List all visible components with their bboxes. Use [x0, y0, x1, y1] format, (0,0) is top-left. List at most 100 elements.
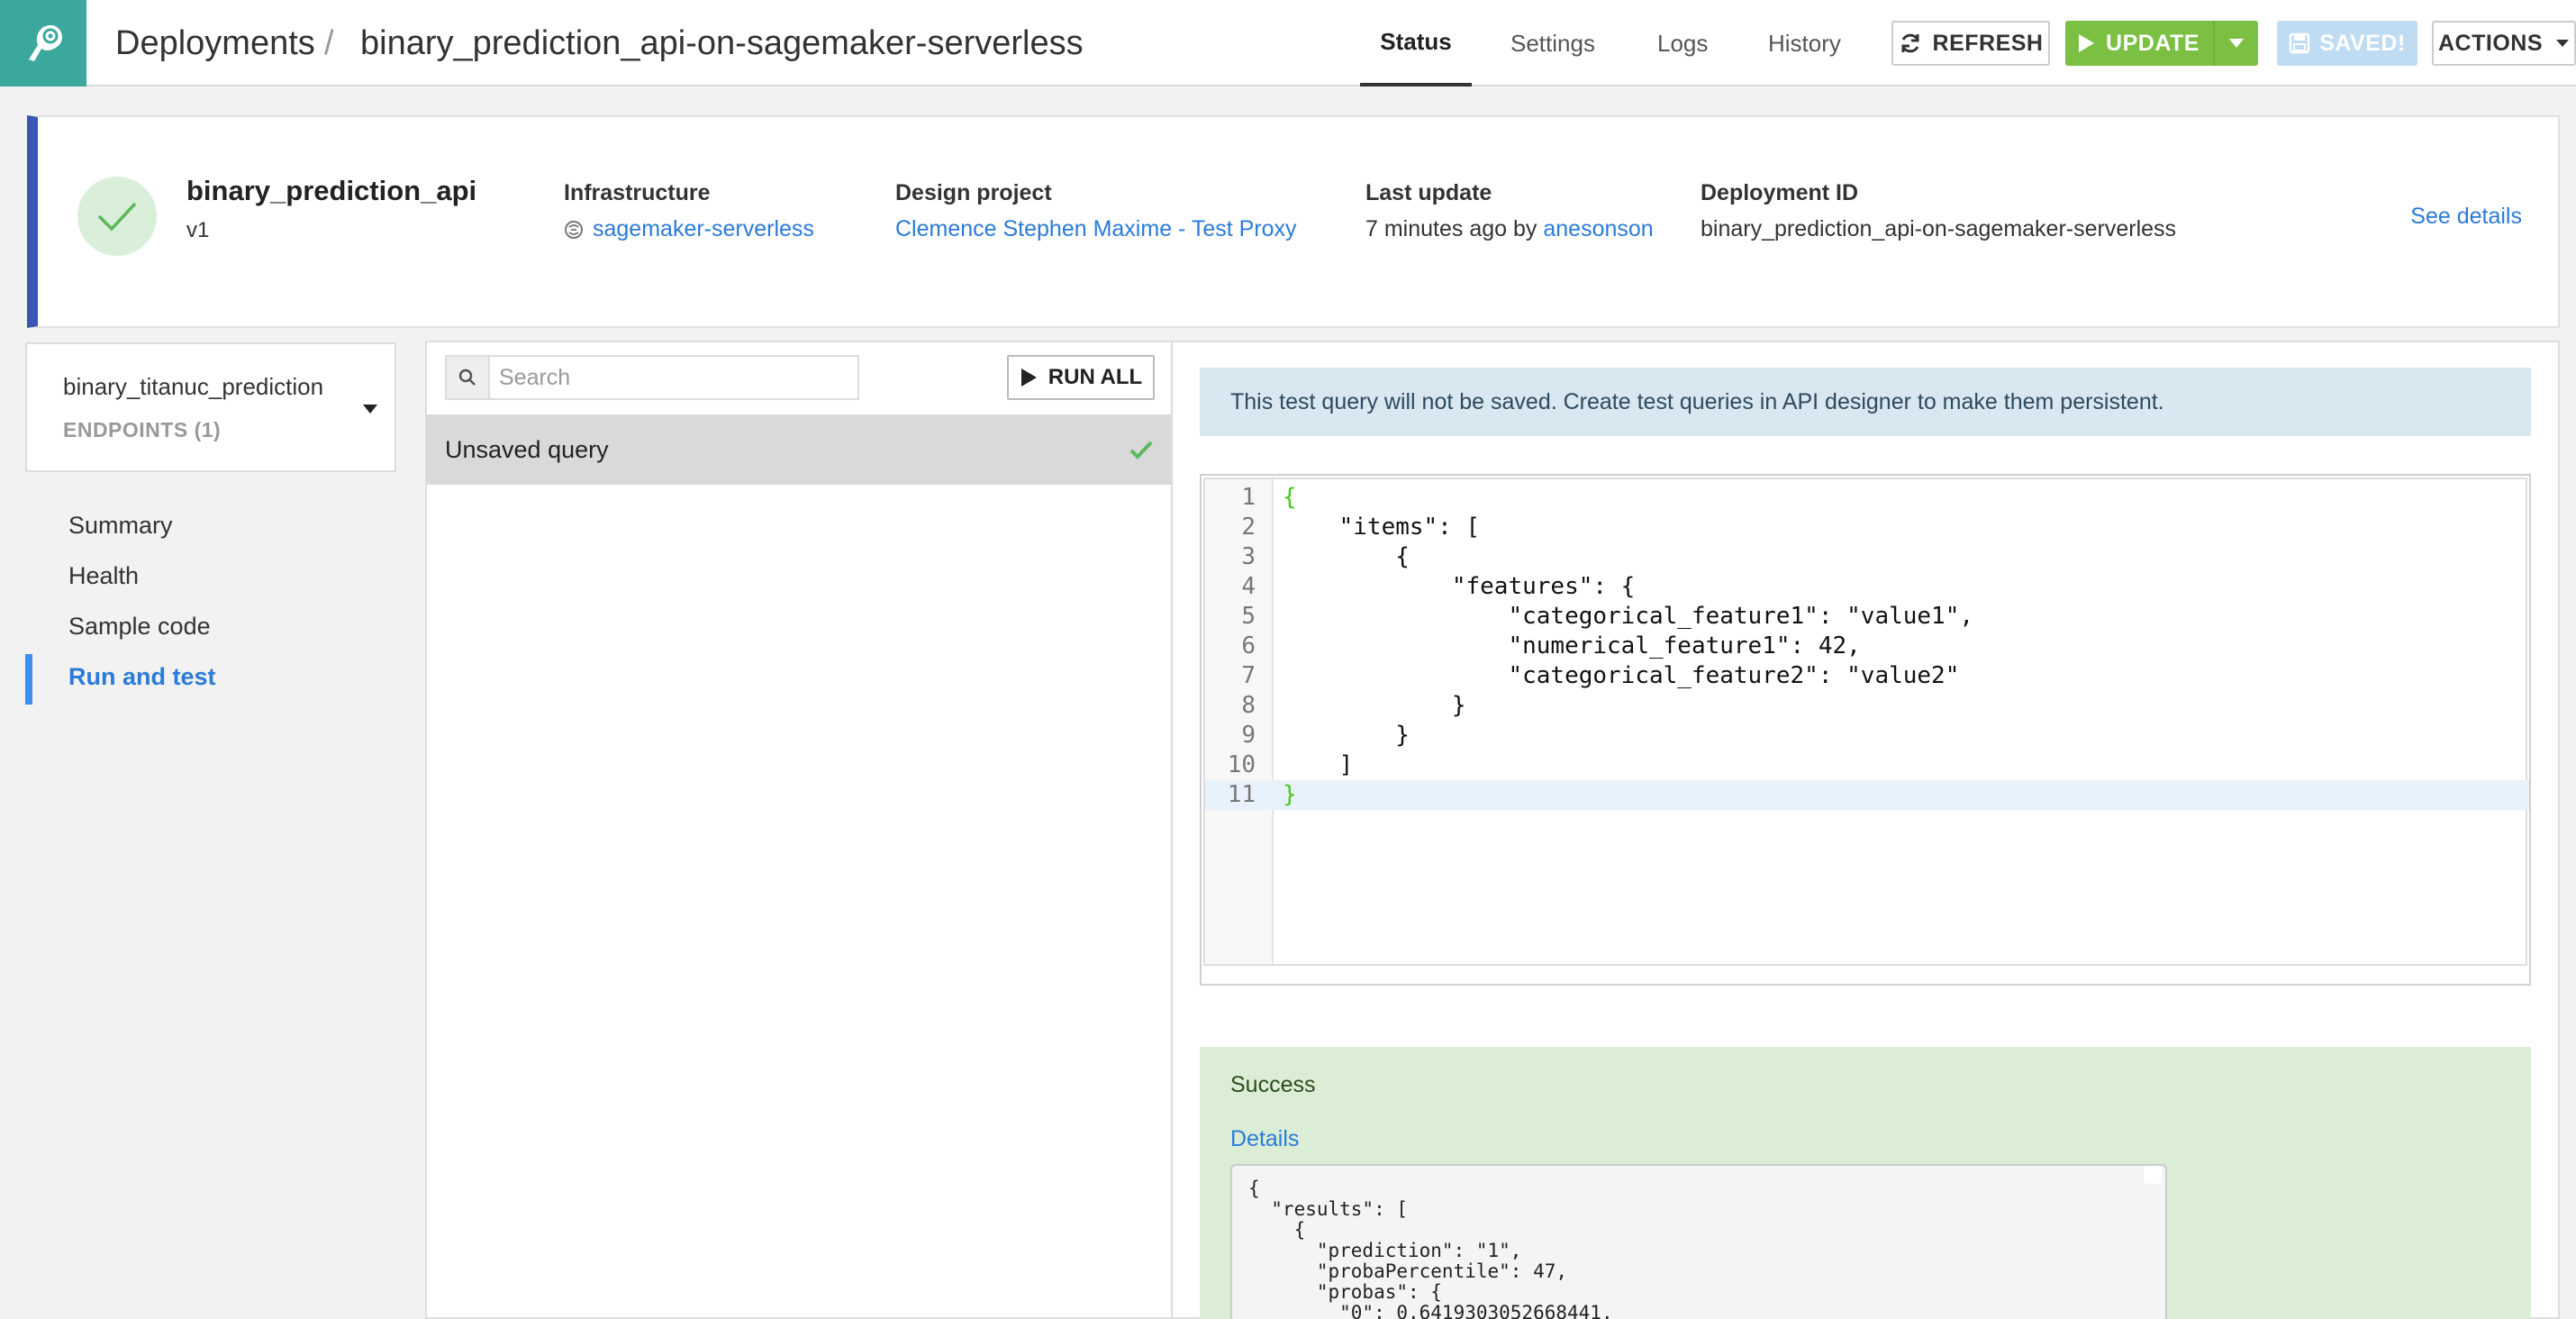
code-text: { [1283, 543, 1410, 570]
line-number: 9 [1241, 722, 1256, 749]
tab-logs[interactable]: Logs [1657, 0, 1708, 86]
line-number: 8 [1241, 692, 1256, 719]
deployment-id-label: Deployment ID [1701, 180, 1859, 205]
code-line[interactable]: 10 ] [1205, 750, 2529, 780]
code-text: "numerical_feature1": 42, [1283, 632, 1861, 660]
code-line[interactable]: 9 } [1205, 721, 2529, 750]
code-line[interactable]: 3 { [1205, 542, 2529, 572]
search-icon [447, 357, 490, 398]
saved-label: SAVED! [2319, 30, 2406, 56]
design-project-label: Design project [895, 180, 1052, 205]
nav-item-summary[interactable]: Summary [68, 512, 173, 540]
infrastructure-label: Infrastructure [564, 180, 711, 205]
nav-item-health[interactable]: Health [68, 562, 139, 590]
code-line[interactable]: 11} [1205, 780, 2529, 810]
code-line[interactable]: 5 "categorical_feature1": "value1", [1205, 602, 2529, 632]
code-text: "features": { [1283, 573, 1636, 600]
update-dropdown-toggle[interactable] [2213, 21, 2258, 66]
see-details-link[interactable]: See details [2410, 204, 2522, 230]
line-number: 7 [1241, 662, 1256, 689]
breadcrumb-separator: / [324, 23, 334, 62]
endpoint-name: binary_titanuc_prediction [63, 373, 324, 400]
query-list-panel: RUN ALL Unsaved query [425, 341, 1173, 1319]
nav-item-run-and-test[interactable]: Run and test [68, 663, 216, 691]
result-body: { "results": [ { "prediction": "1", "pro… [1230, 1164, 2167, 1319]
code-line[interactable]: 2 "items": [ [1205, 513, 2529, 542]
refresh-label: REFRESH [1932, 30, 2044, 56]
run-all-button[interactable]: RUN ALL [1007, 355, 1155, 400]
code-line[interactable]: 4 "features": { [1205, 572, 2529, 602]
unsaved-notice: This test query will not be saved. Creat… [1200, 368, 2531, 436]
code-text: } [1283, 692, 1466, 719]
line-number: 1 [1241, 484, 1256, 511]
deployment-id-value: binary_prediction_api-on-sagemaker-serve… [1701, 216, 2177, 241]
infrastructure-icon [565, 220, 583, 239]
copy-icon[interactable] [2144, 1166, 2162, 1184]
breadcrumb-current: binary_prediction_api-on-sagemaker-serve… [360, 23, 1084, 62]
design-project-link[interactable]: Clemence Stephen Maxime - Test Proxy [895, 216, 1297, 242]
infrastructure-value: sagemaker-serverless [564, 216, 814, 242]
saved-button[interactable]: SAVED! [2277, 21, 2417, 66]
tab-settings[interactable]: Settings [1510, 0, 1595, 86]
result-json: { "results": [ { "prediction": "1", "pro… [1248, 1178, 1613, 1319]
line-number: 6 [1241, 632, 1256, 660]
check-icon [97, 202, 137, 232]
breadcrumb-deployments[interactable]: Deployments [115, 0, 315, 86]
result-status: Success [1230, 1072, 1316, 1097]
code-text: } [1283, 722, 1410, 749]
code-text: "items": [ [1283, 514, 1481, 541]
code-line[interactable]: 1{ [1205, 483, 2529, 513]
code-text: "categorical_feature2": "value2" [1283, 662, 1960, 689]
infrastructure-link[interactable]: sagemaker-serverless [593, 216, 814, 242]
status-ok-badge [77, 177, 157, 256]
line-number: 3 [1241, 543, 1256, 570]
code-text: "categorical_feature1": "value1", [1283, 603, 1974, 630]
check-icon [1129, 441, 1153, 459]
api-version: v1 [186, 218, 210, 242]
tab-status[interactable]: Status [1360, 0, 1472, 86]
last-update-value: 7 minutes ago by anesonson [1365, 216, 1654, 242]
query-item[interactable]: Unsaved query [427, 414, 1171, 485]
bird-logo-icon [29, 25, 62, 61]
play-icon [2079, 34, 2095, 52]
query-search [445, 355, 859, 400]
caret-down-icon [2229, 39, 2244, 48]
update-label: UPDATE [2106, 30, 2200, 56]
code-text: ] [1283, 751, 1354, 778]
code-area[interactable]: 1{2 "items": [3 {4 "features": {5 "categ… [1203, 478, 2529, 966]
update-button[interactable]: UPDATE [2065, 21, 2258, 66]
code-line[interactable]: 6 "numerical_feature1": 42, [1205, 632, 2529, 661]
refresh-icon [1901, 33, 1919, 53]
last-update-time: 7 minutes ago by [1365, 216, 1537, 241]
query-editor[interactable]: 1{2 "items": [3 {4 "features": {5 "categ… [1200, 474, 2531, 986]
app-logo[interactable] [0, 0, 86, 86]
play-icon [1020, 368, 1037, 387]
line-number: 2 [1241, 514, 1256, 541]
tab-history[interactable]: History [1768, 0, 1841, 86]
actions-button[interactable]: ACTIONS [2432, 21, 2576, 66]
run-all-label: RUN ALL [1048, 365, 1143, 389]
query-editor-panel: This test query will not be saved. Creat… [1173, 341, 2560, 1319]
line-number: 10 [1227, 751, 1256, 778]
refresh-button[interactable]: REFRESH [1891, 21, 2050, 66]
actions-label: ACTIONS [2438, 30, 2543, 56]
line-number: 4 [1241, 573, 1256, 600]
line-number: 5 [1241, 603, 1256, 630]
code-line[interactable]: 8 } [1205, 691, 2529, 721]
code-text: } [1283, 781, 1297, 808]
last-update-label: Last update [1365, 180, 1492, 205]
search-input[interactable] [490, 357, 857, 398]
code-text: { [1283, 484, 1297, 511]
query-item-label: Unsaved query [445, 435, 609, 463]
nav-active-indicator [25, 654, 32, 705]
code-line[interactable]: 7 "categorical_feature2": "value2" [1205, 661, 2529, 691]
query-result: Success Details { "results": [ { "predic… [1200, 1047, 2531, 1319]
line-number: 11 [1227, 781, 1256, 808]
caret-down-icon [363, 405, 377, 414]
endpoint-selector[interactable]: binary_titanuc_prediction ENDPOINTS (1) [25, 342, 396, 472]
caret-down-icon [2556, 40, 2569, 47]
save-icon [2289, 32, 2310, 54]
result-details-link[interactable]: Details [1230, 1126, 1299, 1152]
nav-item-sample-code[interactable]: Sample code [68, 613, 211, 641]
last-update-user-link[interactable]: anesonson [1543, 216, 1653, 241]
